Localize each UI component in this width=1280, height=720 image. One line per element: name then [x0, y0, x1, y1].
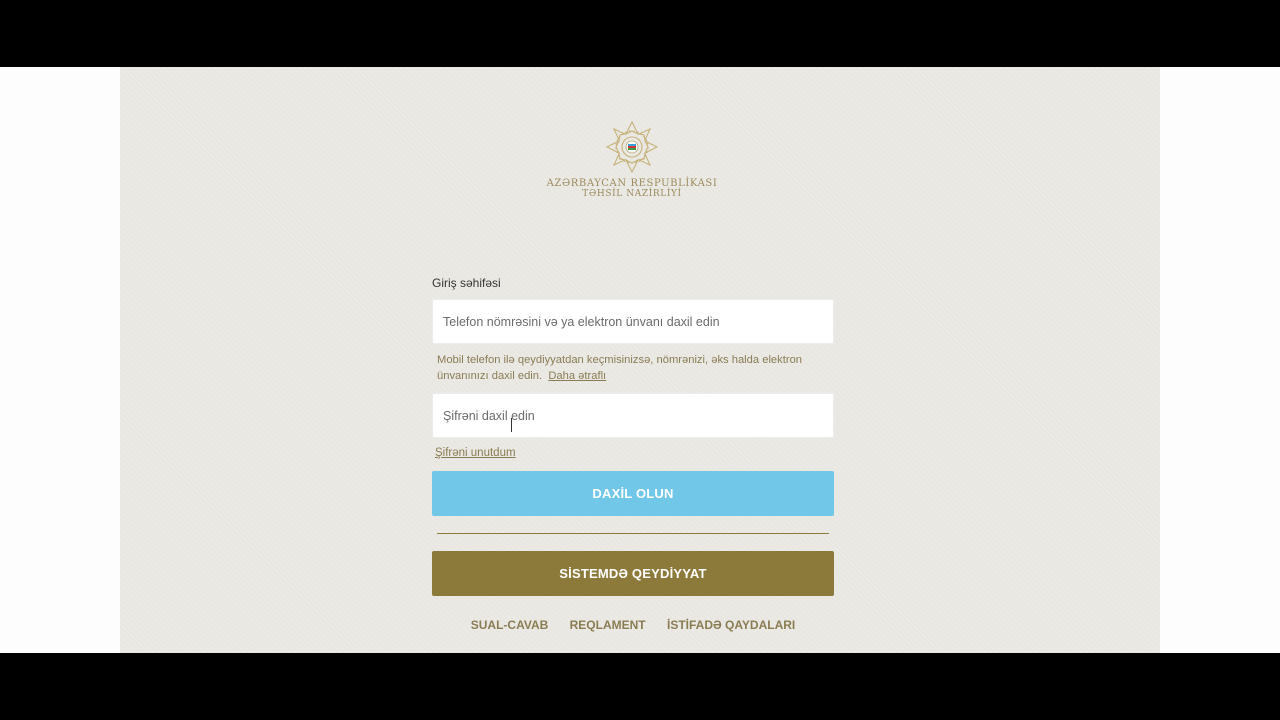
- login-hint: Mobil telefon ilə qeydiyyatdan keçmisini…: [437, 353, 837, 384]
- more-info-link[interactable]: Daha ətraflı: [548, 370, 606, 382]
- login-page: AZƏRBAYCAN RESPUBLİKASI TƏHSİL NAZİRLİYİ…: [120, 67, 1160, 653]
- phone-email-input[interactable]: [432, 299, 834, 344]
- login-button[interactable]: DAXİL OLUN: [432, 471, 834, 516]
- letterbox-top: [0, 0, 1280, 67]
- org-name-line2: TƏHSİL NAZİRLİYİ: [582, 189, 682, 199]
- footer-links: SUAL-CAVAB REQLAMENT İSTİFADƏ QAYDALARI: [432, 618, 834, 632]
- ministry-emblem-icon: [605, 120, 659, 174]
- password-input[interactable]: [432, 393, 834, 438]
- register-button[interactable]: SİSTEMDƏ QEYDİYYAT: [432, 551, 834, 596]
- org-name-line1: AZƏRBAYCAN RESPUBLİKASI: [546, 178, 718, 189]
- divider: [437, 533, 829, 534]
- forgot-password-link[interactable]: Şifrəni unutdum: [435, 447, 516, 459]
- login-title: Giriş səhifəsi: [432, 276, 501, 290]
- text-cursor: [511, 418, 512, 432]
- terms-of-use-link[interactable]: İSTİFADƏ QAYDALARI: [667, 618, 795, 632]
- letterbox-bottom: [0, 653, 1280, 720]
- login-hint-text: Mobil telefon ilə qeydiyyatdan keçmisini…: [437, 354, 803, 382]
- faq-link[interactable]: SUAL-CAVAB: [471, 618, 549, 632]
- regulation-link[interactable]: REQLAMENT: [570, 618, 646, 632]
